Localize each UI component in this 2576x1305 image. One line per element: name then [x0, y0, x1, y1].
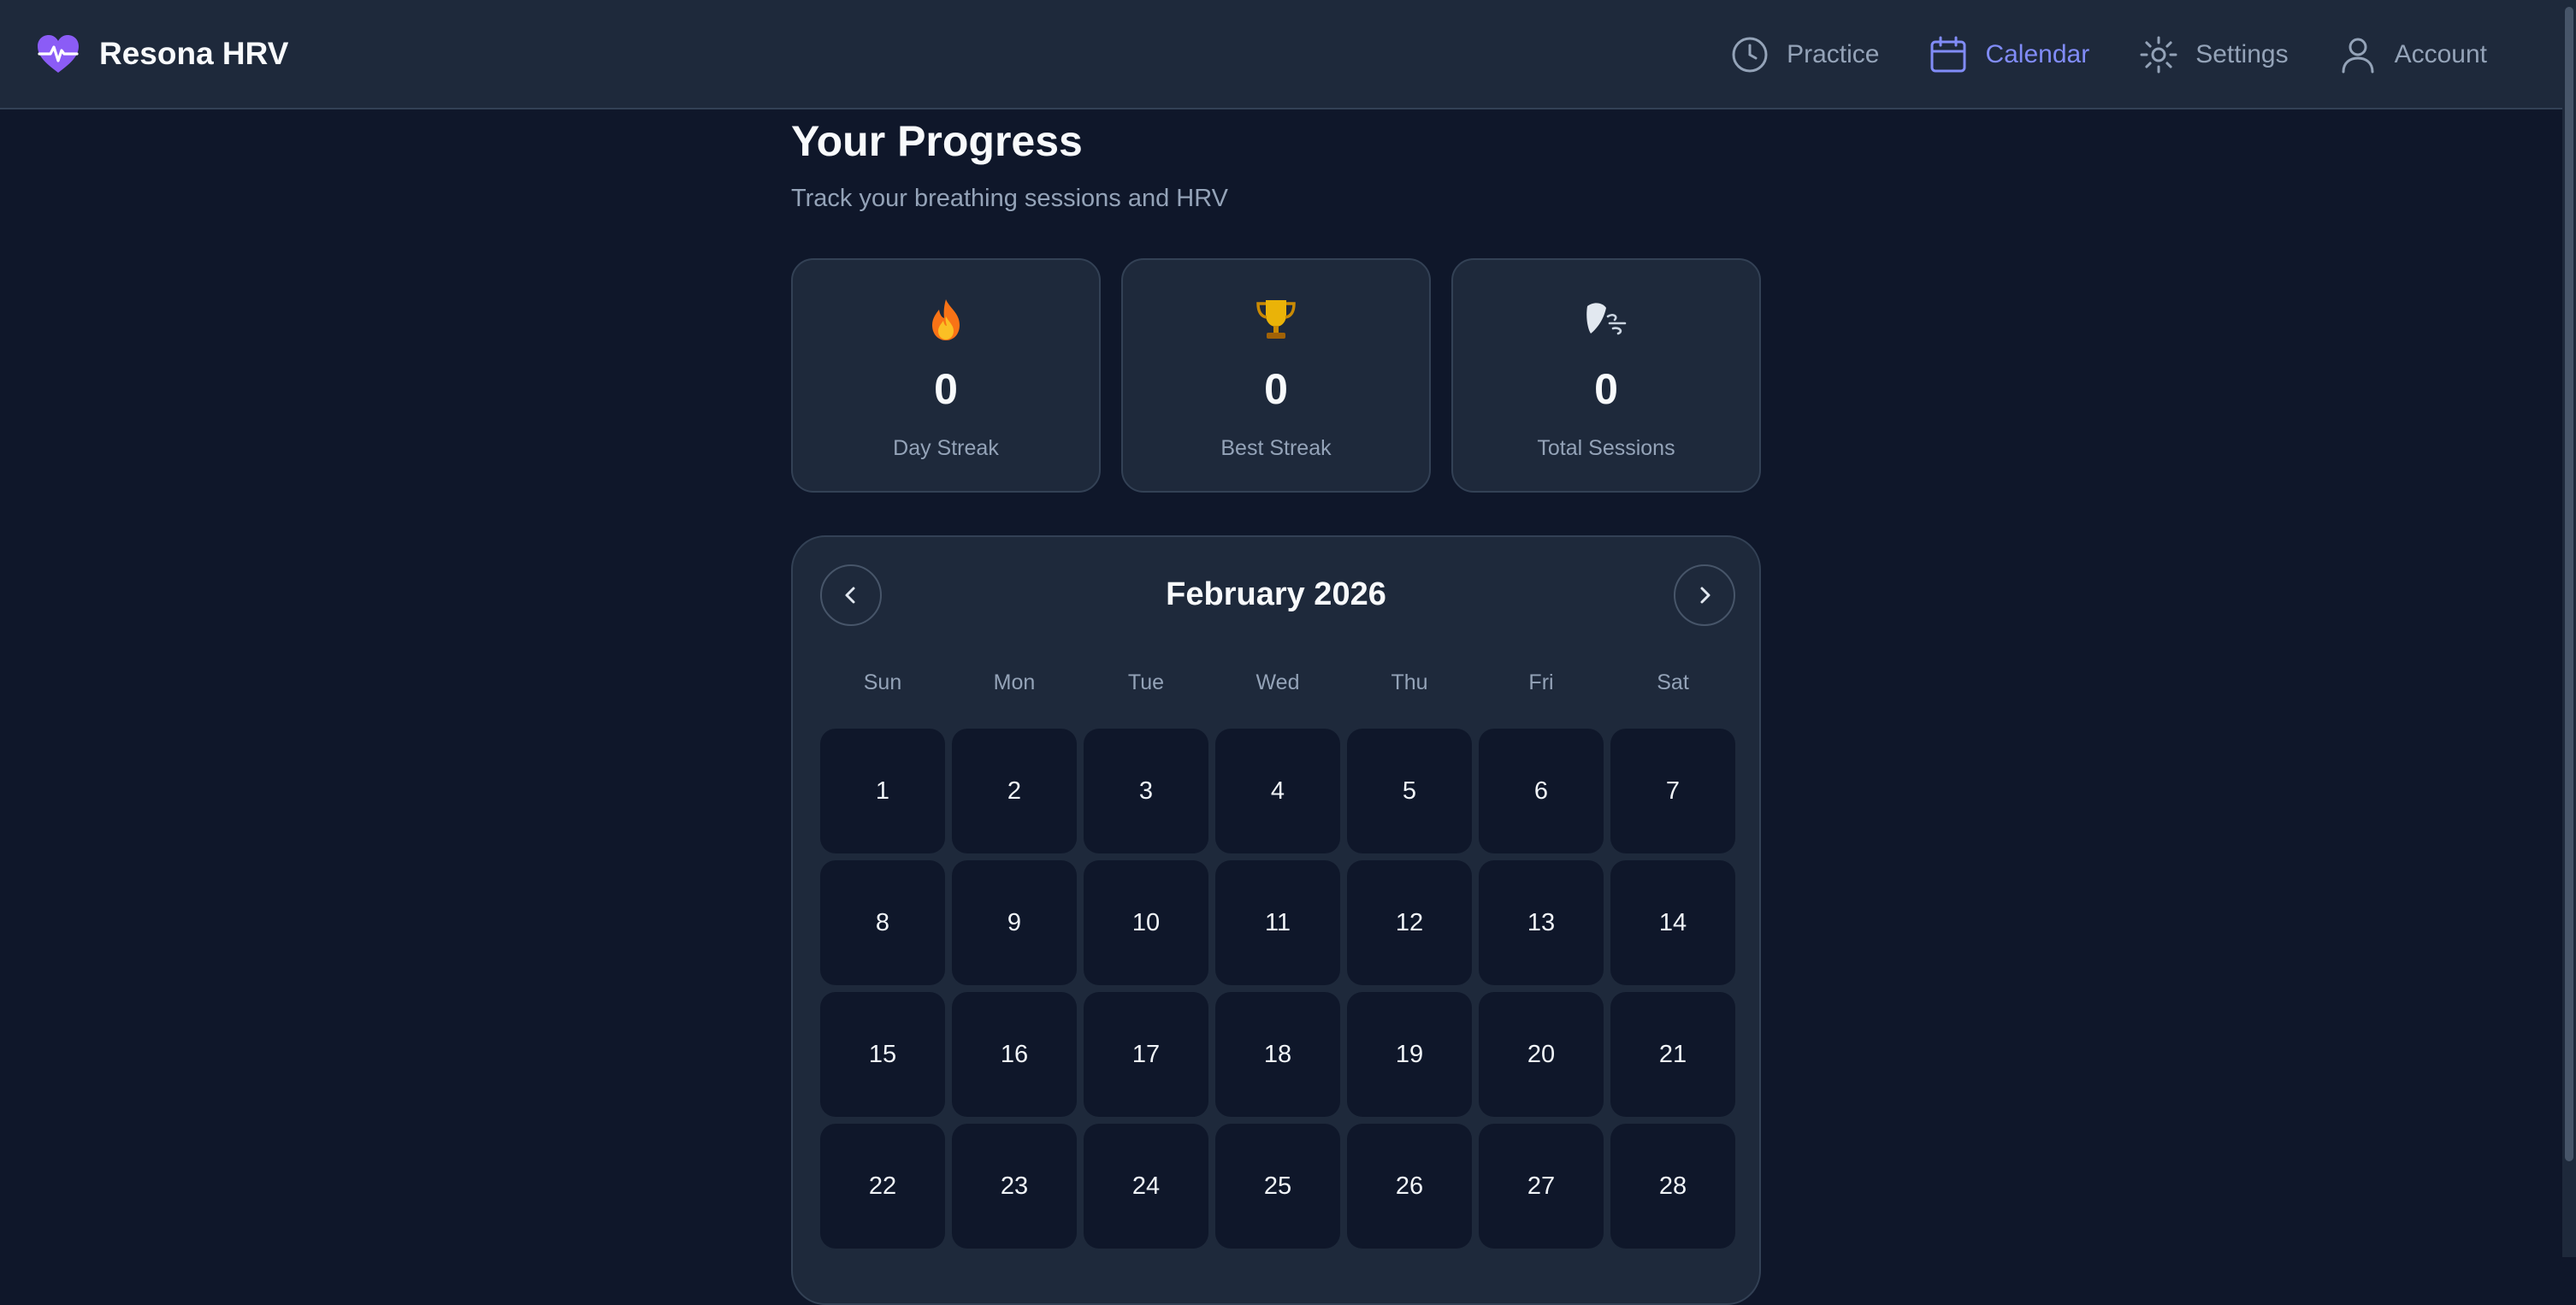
calendar-day[interactable]: 12 [1347, 860, 1472, 985]
scrollbar-thumb[interactable] [2565, 7, 2573, 1161]
nav-account-label: Account [2394, 40, 2487, 68]
next-month-button[interactable] [1674, 564, 1735, 626]
nav-calendar[interactable]: Calendar [1929, 35, 2089, 74]
stat-card-day-streak: 0 Day Streak [791, 258, 1101, 493]
wind-icon [1453, 298, 1759, 345]
chevron-right-icon [1700, 587, 1710, 604]
weekday-header: Wed [1256, 670, 1300, 694]
weekday-header: Thu [1391, 670, 1428, 694]
trophy-icon [1123, 298, 1429, 345]
gear-icon [2140, 36, 2177, 74]
calendar-day[interactable]: 11 [1215, 860, 1340, 985]
weekday-header: Fri [1528, 670, 1554, 694]
user-icon [2342, 38, 2374, 74]
calendar-day[interactable]: 14 [1610, 860, 1735, 985]
calendar-day[interactable]: 28 [1610, 1124, 1735, 1249]
stat-label: Best Streak [1220, 436, 1332, 460]
stat-card-total-sessions: 0 Total Sessions [1451, 258, 1761, 493]
calendar-day[interactable]: 26 [1347, 1124, 1472, 1249]
page-subtitle: Track your breathing sessions and HRV [791, 185, 1228, 212]
main-nav: Practice Calendar Settings Account [1681, 0, 2487, 109]
stat-value: 0 [934, 365, 958, 413]
calendar-day[interactable]: 15 [820, 992, 945, 1117]
fire-icon [793, 298, 1099, 345]
app-name: Resona HRV [99, 36, 289, 71]
stat-label: Day Streak [893, 436, 999, 460]
calendar-day[interactable]: 9 [952, 860, 1077, 985]
calendar-day[interactable]: 17 [1084, 992, 1208, 1117]
calendar-day[interactable]: 18 [1215, 992, 1340, 1117]
calendar-day[interactable]: 21 [1610, 992, 1735, 1117]
weekday-header: Sat [1657, 670, 1689, 694]
stat-value: 0 [1594, 365, 1618, 413]
page-title: Your Progress [791, 117, 1083, 165]
nav-settings[interactable]: Settings [2139, 35, 2289, 74]
top-navigation-bar: Resona HRV Practice Calendar Settings Ac… [0, 0, 2562, 109]
calendar-day[interactable]: 20 [1479, 992, 1604, 1117]
weekday-header: Tue [1127, 670, 1165, 694]
calendar-day[interactable]: 19 [1347, 992, 1472, 1117]
calendar-day[interactable]: 4 [1215, 729, 1340, 853]
nav-calendar-label: Calendar [1985, 40, 2090, 68]
calendar-day[interactable]: 8 [820, 860, 945, 985]
page-scrollbar[interactable] [2562, 0, 2576, 1257]
calendar-card: February 2026 Sun Mon Tue Wed Thu Fri Sa… [791, 535, 1761, 1305]
nav-settings-label: Settings [2195, 40, 2289, 68]
calendar-day[interactable]: 3 [1084, 729, 1208, 853]
calendar-day[interactable]: 5 [1347, 729, 1472, 853]
clock-icon [1732, 37, 1768, 73]
stat-value: 0 [1264, 365, 1288, 413]
brand[interactable]: Resona HRV [36, 33, 288, 74]
calendar-day[interactable]: 22 [820, 1124, 945, 1249]
calendar-day[interactable]: 7 [1610, 729, 1735, 853]
weekday-header: Sun [863, 670, 902, 694]
calendar-icon [1930, 36, 1966, 73]
calendar-day[interactable]: 25 [1215, 1124, 1340, 1249]
stat-card-best-streak: 0 Best Streak [1121, 258, 1431, 493]
heart-pulse-logo-icon [38, 35, 79, 73]
calendar-day[interactable]: 23 [952, 1124, 1077, 1249]
nav-practice-label: Practice [1787, 40, 1880, 68]
calendar-day[interactable]: 13 [1479, 860, 1604, 985]
calendar-day[interactable]: 2 [952, 729, 1077, 853]
calendar-day[interactable]: 24 [1084, 1124, 1208, 1249]
calendar-month-title: February 2026 [1166, 576, 1386, 612]
calendar-day[interactable]: 1 [820, 729, 945, 853]
calendar-day[interactable]: 16 [952, 992, 1077, 1117]
stats-row: 0 Day Streak 0 Best Streak 0 Total Sessi… [791, 258, 1761, 493]
calendar-day[interactable]: 6 [1479, 729, 1604, 853]
calendar-day[interactable]: 27 [1479, 1124, 1604, 1249]
nav-practice[interactable]: Practice [1730, 35, 1879, 74]
calendar-day[interactable]: 10 [1084, 860, 1208, 985]
stat-label: Total Sessions [1537, 436, 1675, 460]
weekday-header: Mon [993, 670, 1036, 694]
nav-account[interactable]: Account [2338, 35, 2487, 74]
